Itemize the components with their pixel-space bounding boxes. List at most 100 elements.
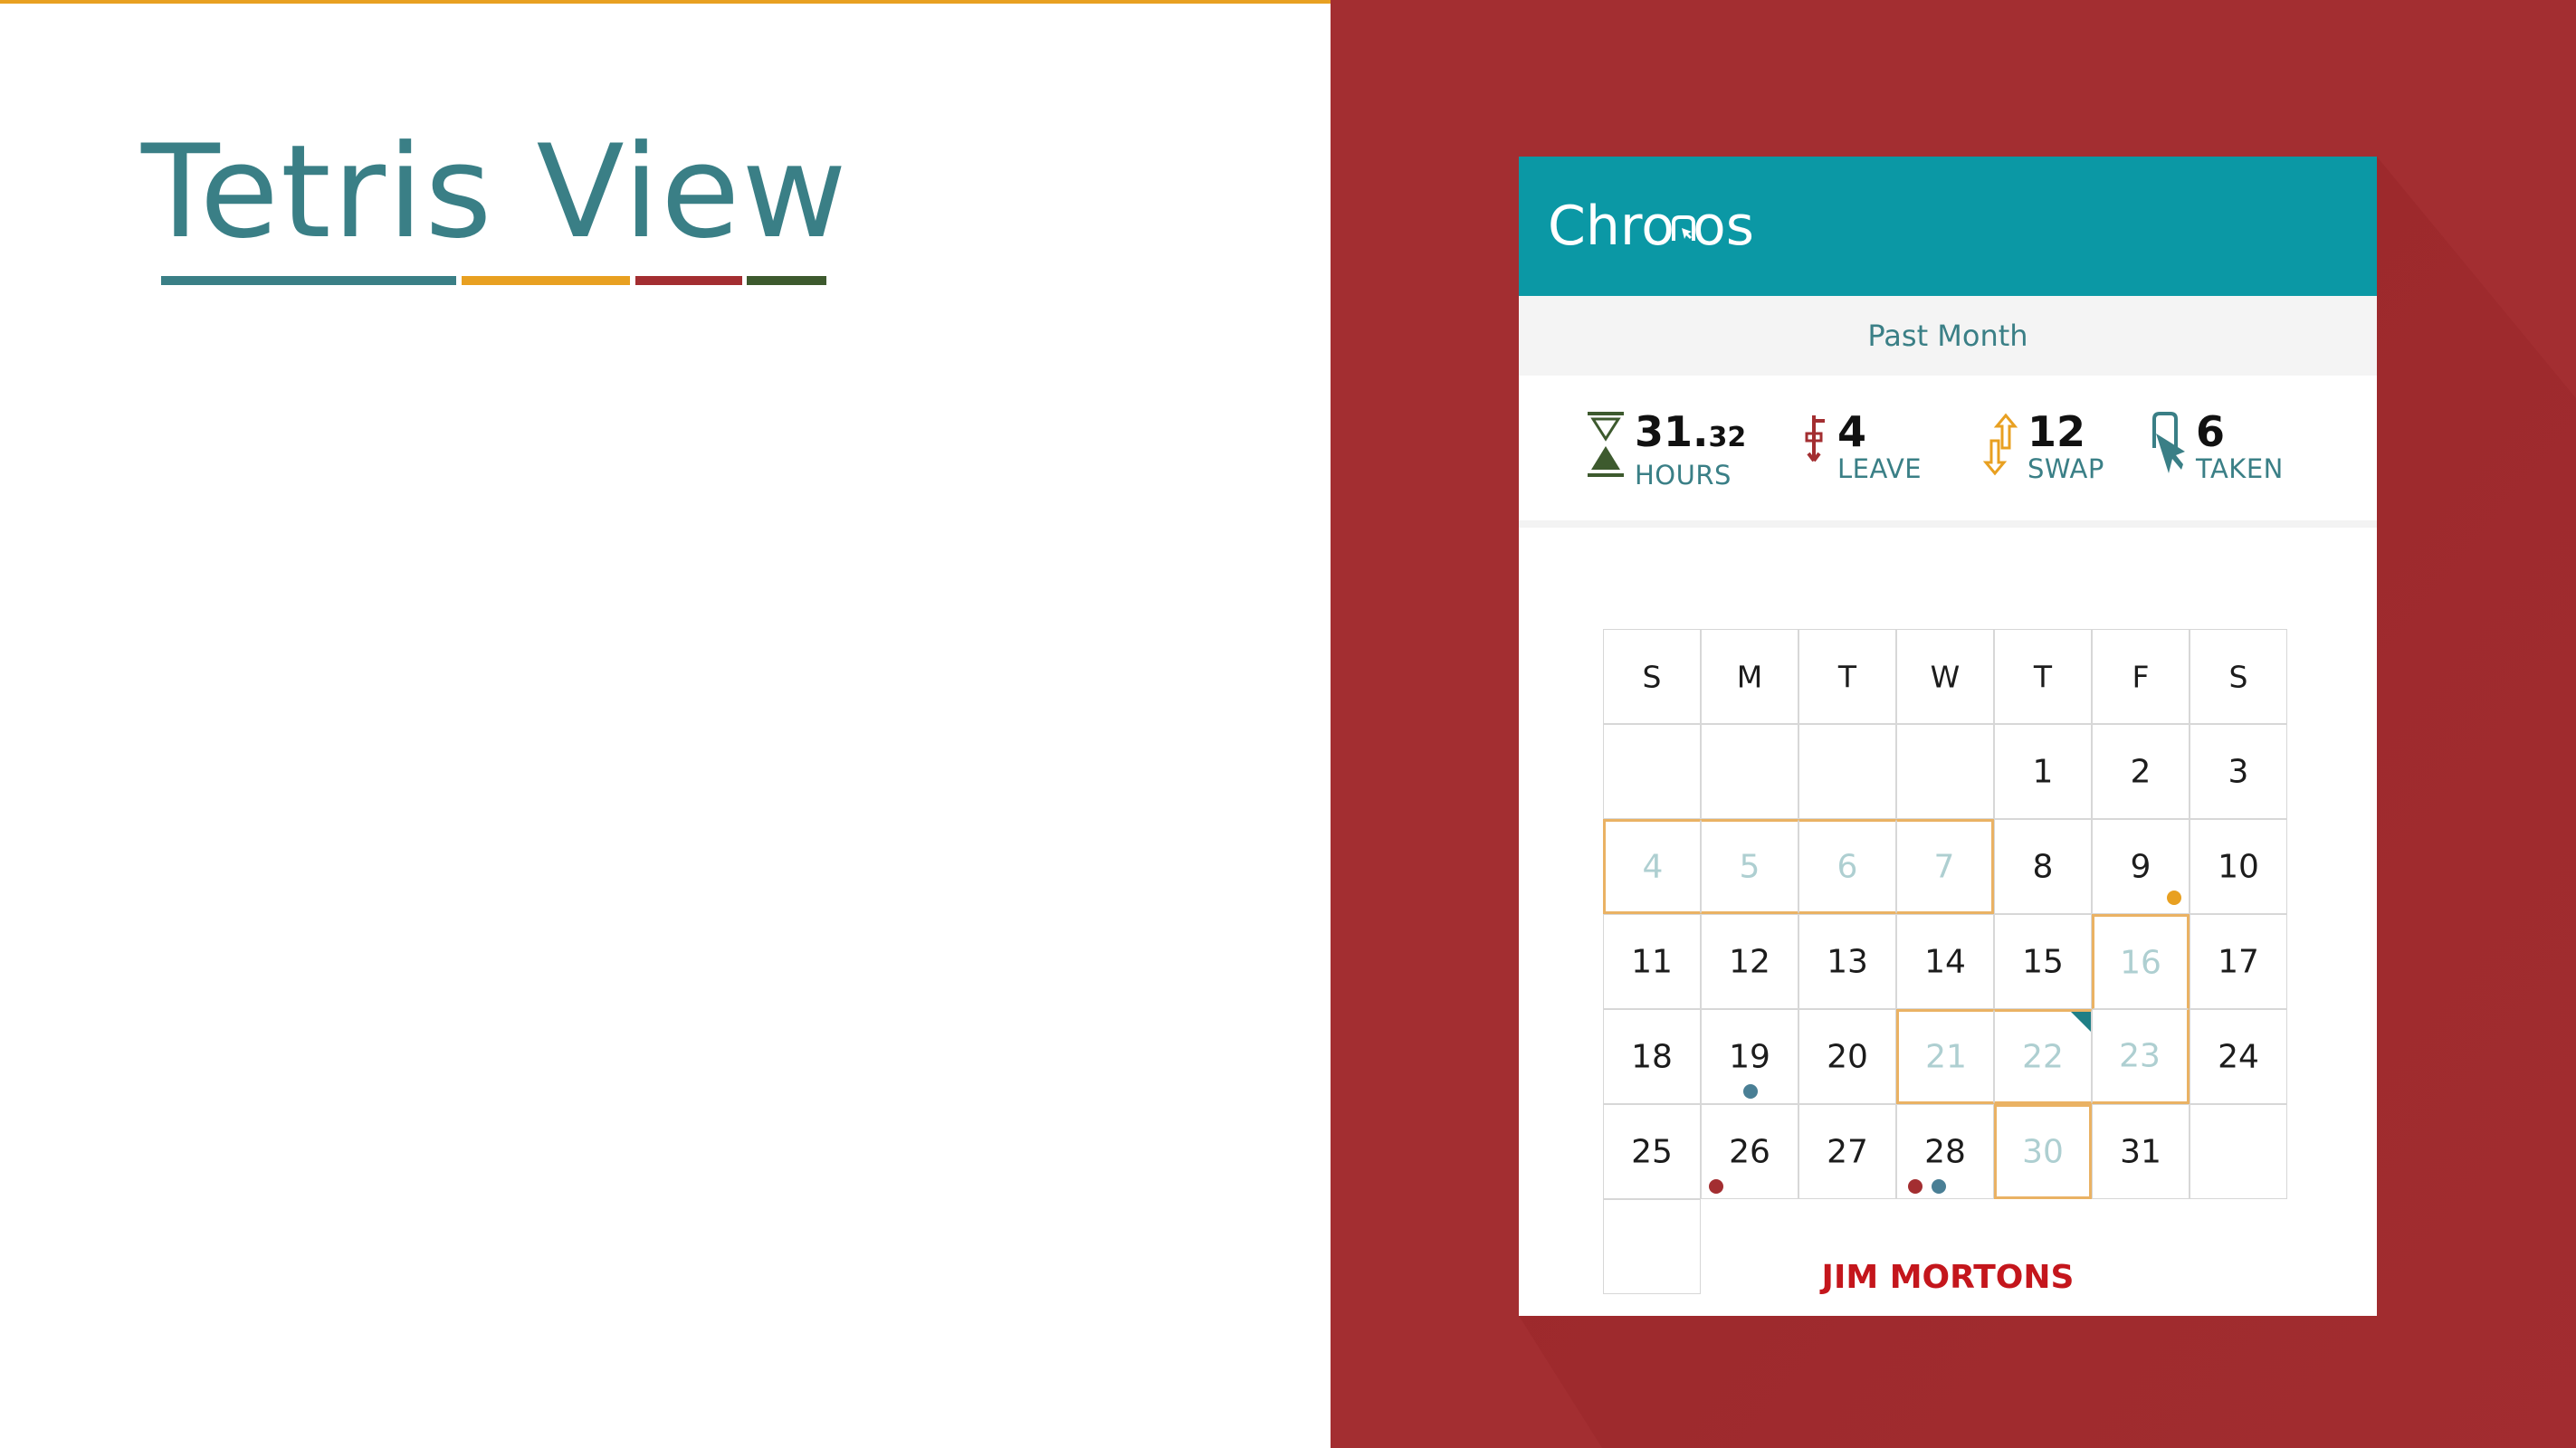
day-number: 25 — [1631, 1133, 1673, 1170]
event-dot — [1709, 1179, 1723, 1194]
app-logo-right: os — [1692, 195, 1754, 258]
stat-leave[interactable]: 4 LEAVE — [1796, 410, 1922, 484]
day-number: 27 — [1827, 1133, 1868, 1170]
calendar-day-14[interactable]: 14 — [1896, 914, 1994, 1009]
calendar-day-5[interactable]: 5 — [1701, 819, 1798, 914]
period-filter[interactable]: Past Month — [1519, 296, 2377, 376]
day-number: 14 — [1924, 943, 1966, 980]
weekday-header: S — [1603, 629, 1701, 724]
taken-label: TAKEN — [2196, 453, 2284, 484]
calendar-day-3[interactable]: 3 — [2190, 724, 2287, 819]
day-number: 11 — [1631, 943, 1673, 980]
calendar-day-21[interactable]: 21 — [1896, 1009, 1994, 1104]
day-number: 12 — [1729, 943, 1770, 980]
day-number: 23 — [2119, 1037, 2161, 1074]
day-number: 13 — [1827, 943, 1868, 980]
day-number: 19 — [1729, 1038, 1770, 1075]
leave-arrow-icon — [1805, 415, 1825, 462]
day-number: 26 — [1729, 1133, 1770, 1170]
weekday-header: F — [2092, 629, 2190, 724]
calendar-day-23[interactable]: 23 — [2092, 1009, 2190, 1104]
swap-value: 12 — [2027, 407, 2086, 456]
stat-hours[interactable]: 31.32 HOURS — [1586, 410, 1746, 491]
weekday-label: M — [1736, 659, 1763, 694]
day-number: 31 — [2120, 1133, 2161, 1170]
title-underline-orange — [462, 276, 630, 285]
title-underline-green — [747, 276, 826, 285]
calendar-day-2[interactable]: 2 — [2092, 724, 2190, 819]
day-number: 8 — [2032, 848, 2054, 885]
swap-arrows-icon — [1982, 413, 2018, 476]
title-underline-red — [635, 276, 742, 285]
weekday-label: T — [1837, 659, 1857, 694]
calendar-day-30[interactable]: 30 — [1994, 1104, 2092, 1199]
calendar-day-26[interactable]: 26 — [1701, 1104, 1798, 1199]
day-number: 6 — [1837, 848, 1858, 885]
day-number: 4 — [1642, 848, 1664, 885]
calendar-day-31[interactable]: 31 — [2092, 1104, 2190, 1199]
note-flag-icon — [2071, 1012, 2091, 1032]
calendar-empty-cell — [1798, 724, 1896, 819]
leave-value: 4 — [1837, 407, 1867, 456]
leave-label: LEAVE — [1837, 453, 1922, 484]
weekday-header: M — [1701, 629, 1798, 724]
calendar-day-9[interactable]: 9 — [2092, 819, 2190, 914]
weekday-label: F — [2132, 659, 2150, 694]
calendar-day-28[interactable]: 28 — [1896, 1104, 1994, 1199]
day-number: 22 — [2022, 1038, 2064, 1075]
calendar-day-16[interactable]: 16 — [2092, 914, 2190, 1009]
calendar-day-4[interactable]: 4 — [1603, 819, 1701, 914]
calendar-empty-cell — [1896, 724, 1994, 819]
calendar-day-1[interactable]: 1 — [1994, 724, 2092, 819]
chronos-app-screen: Chro os Past Month 31.32 HOURS 4 LEAVE 1… — [1519, 157, 2377, 1316]
calendar-day-12[interactable]: 12 — [1701, 914, 1798, 1009]
day-number: 5 — [1739, 848, 1760, 885]
calendar-day-10[interactable]: 10 — [2190, 819, 2287, 914]
weekday-header: S — [2190, 629, 2287, 724]
stats-row: 31.32 HOURS 4 LEAVE 12 SWAP 6 TAKEN — [1519, 376, 2377, 528]
stat-taken[interactable]: 6 TAKEN — [2147, 410, 2284, 484]
day-number: 20 — [1827, 1038, 1868, 1075]
stat-swap[interactable]: 12 SWAP — [1982, 410, 2104, 484]
title-underline-teal — [161, 276, 456, 285]
app-logo-left: Chro — [1548, 195, 1674, 258]
calendar-empty-cell — [1701, 724, 1798, 819]
calendar-day-17[interactable]: 17 — [2190, 914, 2287, 1009]
day-number: 21 — [1925, 1038, 1967, 1075]
calendar-day-19[interactable]: 19 — [1701, 1009, 1798, 1104]
calendar-day-24[interactable]: 24 — [2190, 1009, 2287, 1104]
hourglass-icon — [1588, 412, 1624, 477]
day-number: 1 — [2032, 753, 2054, 790]
event-dot — [1908, 1179, 1922, 1194]
calendar-day-27[interactable]: 27 — [1798, 1104, 1896, 1199]
calendar-day-13[interactable]: 13 — [1798, 914, 1896, 1009]
calendar-day-8[interactable]: 8 — [1994, 819, 2092, 914]
calendar-day-15[interactable]: 15 — [1994, 914, 2092, 1009]
calendar-day-25[interactable]: 25 — [1603, 1104, 1701, 1199]
weekday-label: W — [1930, 659, 1961, 694]
hours-label: HOURS — [1635, 460, 1732, 491]
day-number: 16 — [2120, 944, 2161, 981]
weekday-header: W — [1896, 629, 1994, 724]
day-number: 10 — [2218, 848, 2259, 885]
day-number: 7 — [1933, 848, 1955, 885]
weekday-label: S — [2228, 659, 2248, 694]
day-number: 9 — [2130, 848, 2151, 885]
weekday-header: T — [1798, 629, 1896, 724]
day-number: 30 — [2022, 1133, 2064, 1170]
calendar-day-11[interactable]: 11 — [1603, 914, 1701, 1009]
taken-value: 6 — [2196, 407, 2226, 456]
calendar-day-18[interactable]: 18 — [1603, 1009, 1701, 1104]
employee-name: JIM MORTONS — [1821, 1259, 2075, 1296]
app-header: Chro os — [1519, 157, 2377, 296]
weekday-header: T — [1994, 629, 2092, 724]
swap-label: SWAP — [2027, 453, 2104, 484]
day-number: 2 — [2130, 753, 2151, 790]
day-number: 28 — [1924, 1133, 1966, 1170]
calendar-day-22[interactable]: 22 — [1994, 1009, 2092, 1104]
calendar-day-7[interactable]: 7 — [1896, 819, 1994, 914]
calendar-day-20[interactable]: 20 — [1798, 1009, 1896, 1104]
calendar-day-6[interactable]: 6 — [1798, 819, 1896, 914]
event-dot — [1743, 1084, 1758, 1099]
top-accent-line — [0, 0, 1331, 4]
